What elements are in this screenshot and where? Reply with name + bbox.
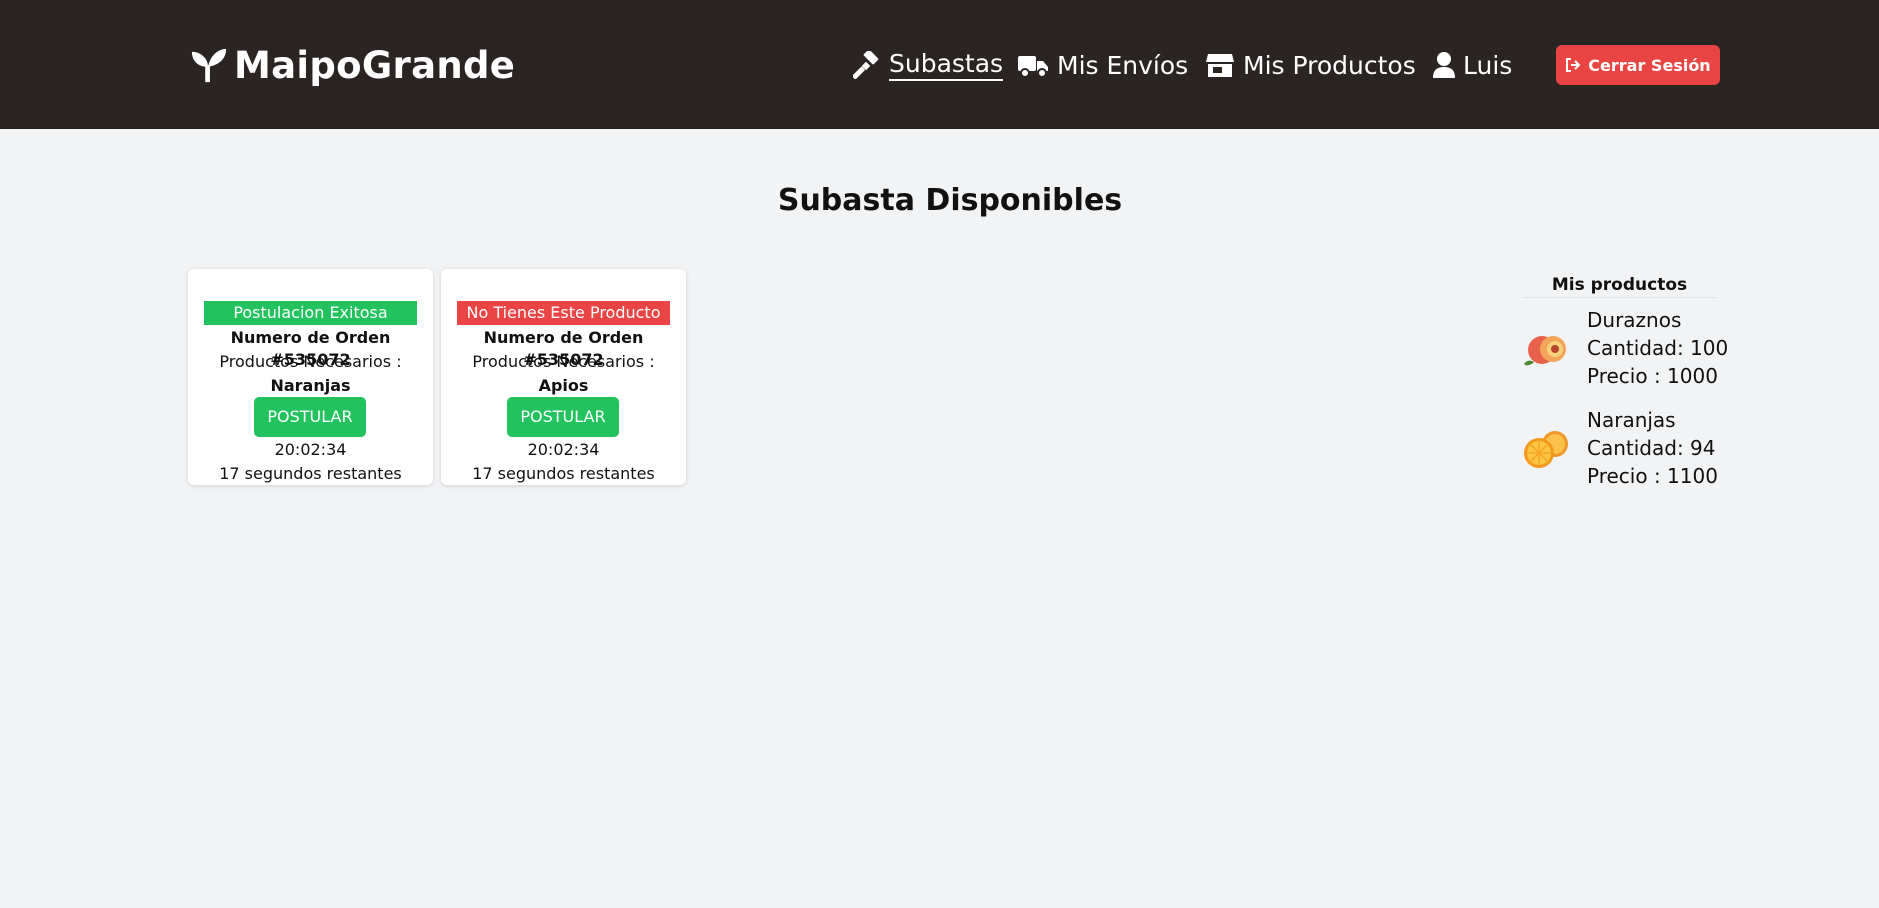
product-item: Duraznos Cantidad: 100 Precio : 1000	[1522, 306, 1728, 390]
product-price: Precio : 1100	[1587, 464, 1718, 488]
auction-time: 20:02:34	[274, 440, 347, 459]
user-icon	[1433, 52, 1455, 78]
product-details: Duraznos Cantidad: 100 Precio : 1000	[1587, 306, 1728, 390]
time-remaining: 17 segundos restantes	[472, 464, 655, 483]
auction-card: Postulacion Exitosa Numero de Orden #535…	[188, 269, 433, 485]
nav-mis-envios-label: Mis Envíos	[1057, 50, 1189, 80]
truck-icon	[1018, 56, 1048, 78]
user-name: Luis	[1463, 50, 1513, 80]
needed-products-label: Productos Necesarios :	[472, 352, 655, 371]
nav-user-profile[interactable]: Luis	[1433, 44, 1512, 86]
product-quantity: Cantidad: 94	[1587, 436, 1716, 460]
nav-subastas[interactable]: Subastas	[853, 44, 1004, 86]
gavel-icon	[853, 51, 879, 79]
needed-product: Naranjas	[270, 376, 351, 395]
nav-subastas-label: Subastas	[889, 49, 1004, 81]
needed-products-label: Productos Necesarios :	[219, 352, 402, 371]
top-navbar: MaipoGrande Subastas Mis Envíos Mis Prod…	[0, 0, 1879, 129]
product-price: Precio : 1000	[1587, 364, 1718, 388]
logout-label: Cerrar Sesión	[1588, 55, 1711, 75]
auction-time: 20:02:34	[527, 440, 600, 459]
product-details: Naranjas Cantidad: 94 Precio : 1100	[1587, 406, 1718, 490]
orange-icon	[1524, 431, 1568, 468]
postular-button[interactable]: POSTULAR	[254, 397, 366, 437]
my-products-title: Mis productos	[1522, 272, 1717, 298]
status-badge: Postulacion Exitosa	[204, 301, 417, 325]
postular-button[interactable]: POSTULAR	[507, 397, 619, 437]
product-name: Naranjas	[1587, 408, 1676, 432]
product-quantity: Cantidad: 100	[1587, 336, 1729, 360]
nav-mis-envios[interactable]: Mis Envíos	[1017, 44, 1188, 86]
auction-card: No Tienes Este Producto Numero de Orden …	[441, 269, 686, 485]
brand-logo[interactable]: MaipoGrande	[190, 42, 515, 88]
peach-icon	[1524, 336, 1566, 366]
store-icon	[1206, 54, 1234, 77]
product-name: Duraznos	[1587, 308, 1682, 332]
logout-icon	[1566, 58, 1581, 72]
my-products-panel: Mis productos Duraznos Cantidad: 100 Pre…	[1522, 272, 1728, 488]
nav-mis-productos-label: Mis Productos	[1243, 50, 1416, 80]
needed-product: Apios	[538, 376, 589, 395]
nav-mis-productos[interactable]: Mis Productos	[1205, 44, 1416, 86]
status-badge: No Tienes Este Producto	[457, 301, 670, 325]
logout-button[interactable]: Cerrar Sesión	[1556, 45, 1720, 85]
brand-name: MaipoGrande	[234, 43, 516, 87]
product-item: Naranjas Cantidad: 94 Precio : 1100	[1522, 406, 1718, 490]
seedling-icon	[191, 48, 227, 83]
page-title: Subasta Disponibles	[777, 183, 1123, 218]
time-remaining: 17 segundos restantes	[219, 464, 402, 483]
